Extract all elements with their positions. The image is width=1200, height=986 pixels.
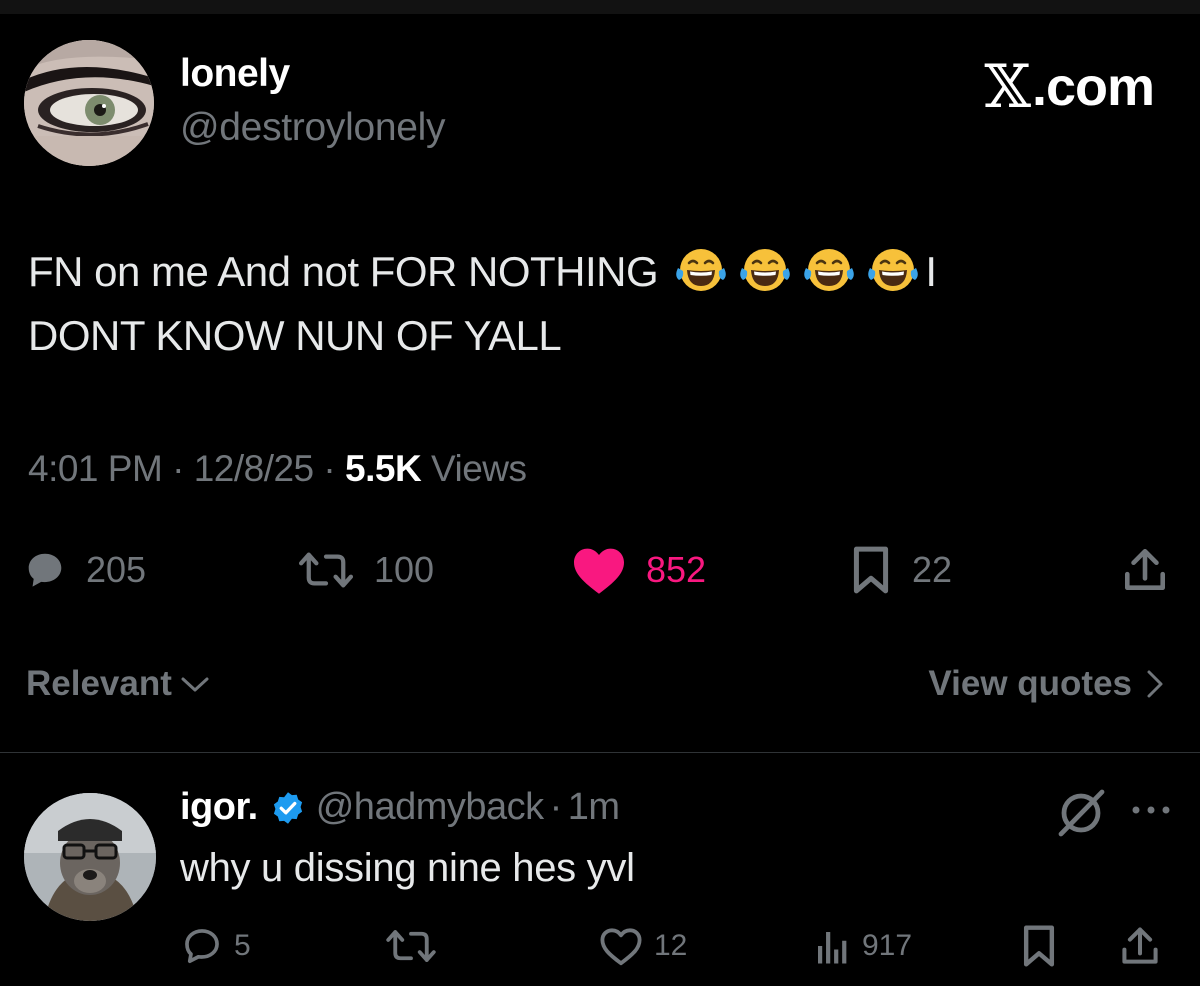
views-count: 5.5K	[345, 448, 422, 489]
tweet-time[interactable]: 4:01 PM	[28, 448, 163, 489]
tweet-meta: 4:01 PM · 12/8/25 · 5.5K Views	[28, 448, 527, 490]
reply-author-avatar[interactable]	[24, 793, 156, 921]
sort-label: Relevant	[26, 664, 172, 703]
reply-handle[interactable]: @hadmyback	[316, 786, 544, 829]
views-label: Views	[430, 448, 527, 489]
views-chart-icon	[818, 932, 847, 964]
reply-action-bar: 5 12 917	[0, 916, 1200, 976]
tweet-date[interactable]: 12/8/25	[194, 448, 314, 489]
tweet-text: FN on me And not FOR NOTHING I DONT KNOW…	[28, 240, 1148, 368]
reply-icon	[28, 553, 62, 587]
repost-icon	[298, 552, 354, 588]
reply-text: why u dissing nine hes yvl	[180, 846, 635, 890]
tweet-text-part2: I	[925, 248, 937, 295]
tweet-text-part1: FN on me And not FOR NOTHING	[28, 248, 659, 295]
watermark-domain: .com	[1031, 57, 1155, 117]
avatar-dog-image	[24, 793, 156, 921]
reply-icon	[185, 929, 219, 964]
meta-separator: ·	[323, 448, 336, 489]
emoji-row	[669, 248, 925, 295]
like-count: 852	[646, 549, 707, 590]
reply-count: 205	[86, 549, 147, 590]
reply-bookmark-button[interactable]	[1020, 916, 1058, 976]
heart-filled-icon	[574, 548, 624, 594]
grok-icon[interactable]	[1055, 788, 1107, 838]
share-icon	[1122, 927, 1158, 964]
status-bar-strip	[0, 0, 1200, 14]
view-quotes-link[interactable]: View quotes	[928, 664, 1164, 704]
laughing-crying-emoji-icon	[740, 249, 791, 291]
reply-reply-button[interactable]: 5	[180, 916, 251, 976]
bookmark-icon	[853, 546, 889, 594]
more-options-icon[interactable]	[1128, 800, 1174, 820]
share-icon	[1125, 548, 1165, 590]
tweet-text-part3: DONT KNOW NUN OF YALL	[28, 312, 562, 359]
author-handle[interactable]: @destroylonely	[180, 106, 445, 150]
chevron-right-icon	[1147, 670, 1163, 698]
reply-time[interactable]: 1m	[568, 786, 620, 829]
laughing-crying-emoji-icon	[804, 249, 855, 291]
repost-icon	[386, 930, 436, 962]
laughing-crying-emoji-icon	[868, 249, 919, 291]
verified-badge-icon[interactable]	[270, 790, 306, 826]
section-divider	[0, 752, 1200, 753]
reply-header: igor. @hadmyback · 1m	[180, 786, 620, 829]
avatar-eye-image	[24, 40, 154, 166]
x-logo-icon: 𝕏	[984, 52, 1031, 122]
author-avatar[interactable]	[24, 40, 154, 166]
x-watermark: 𝕏 .com	[984, 52, 1155, 122]
bookmark-count: 22	[912, 549, 953, 590]
reply-display-name[interactable]: igor.	[180, 786, 258, 829]
repost-button[interactable]: 100	[296, 530, 434, 610]
bookmark-icon	[1023, 925, 1055, 967]
repost-count: 100	[374, 549, 435, 590]
bookmark-button[interactable]: 22	[848, 530, 952, 610]
like-button[interactable]: 852	[570, 530, 706, 610]
reply-repost-button[interactable]	[384, 916, 448, 976]
reply-views-button[interactable]: 917	[812, 916, 912, 976]
reply-like-count: 12	[654, 929, 688, 962]
reply-view-count: 917	[862, 929, 913, 962]
chevron-down-icon	[181, 677, 209, 692]
reply-reply-count: 5	[234, 929, 251, 962]
reply-button[interactable]: 205	[22, 530, 146, 610]
share-button[interactable]	[1120, 530, 1170, 610]
author-display-name[interactable]: lonely	[180, 52, 290, 96]
reply-separator: ·	[549, 786, 563, 828]
heart-icon	[600, 928, 642, 966]
reply-share-button[interactable]	[1118, 916, 1162, 976]
reply-sort-dropdown[interactable]: Relevant	[26, 664, 210, 704]
view-quotes-label: View quotes	[928, 664, 1132, 703]
reply-like-button[interactable]: 12	[598, 916, 687, 976]
meta-separator: ·	[172, 448, 184, 489]
laughing-crying-emoji-icon	[676, 249, 727, 291]
tweet-action-bar: 205 100 852 22	[0, 530, 1200, 610]
